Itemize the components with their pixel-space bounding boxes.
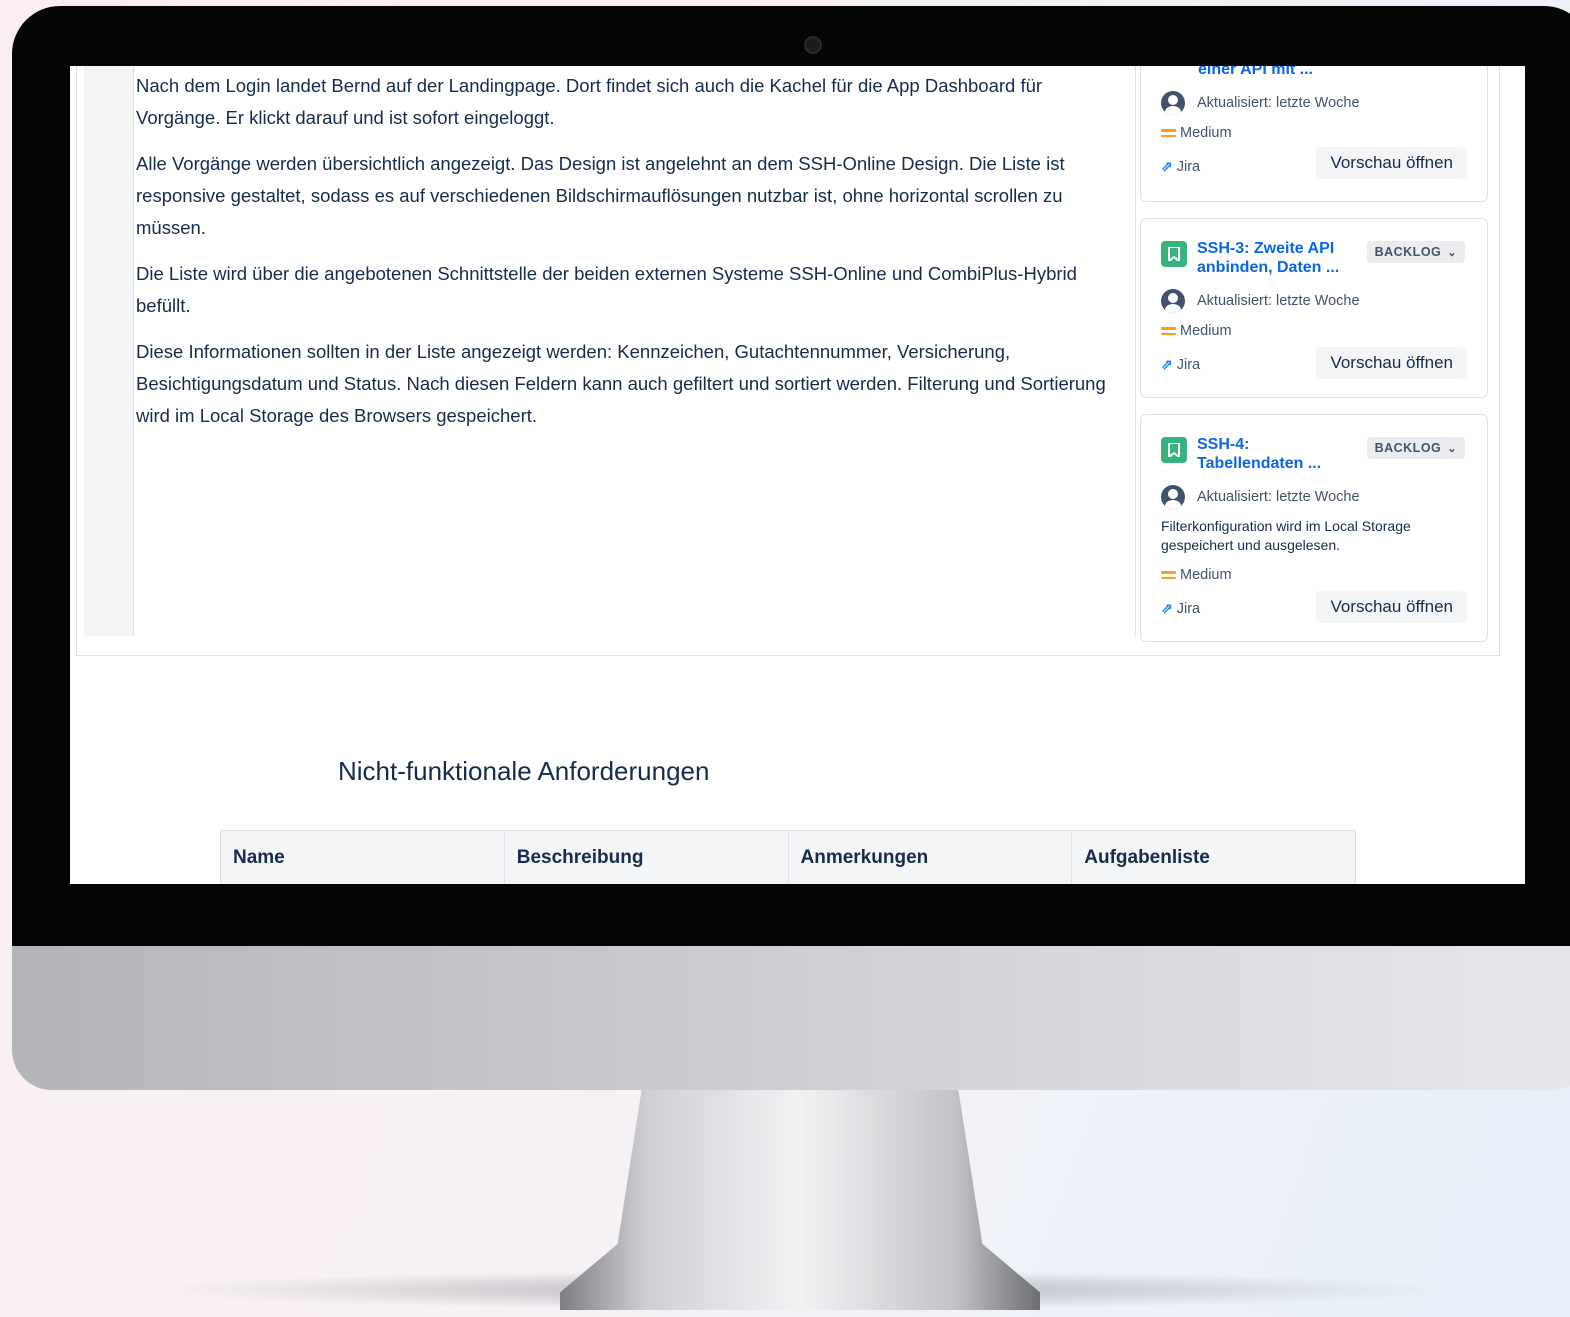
preview-button[interactable]: Vorschau öffnen xyxy=(1316,591,1467,623)
requirements-table-header: Name Beschreibung Anmerkungen Aufgabenli… xyxy=(220,830,1356,884)
table-header-cell: Name xyxy=(221,831,505,884)
jira-issue-card: SSH-4: Tabellendaten ... BACKLOG ⌄ Aktua… xyxy=(1140,414,1488,642)
status-dropdown[interactable]: BACKLOG ⌄ xyxy=(1366,241,1465,263)
paragraph: Die Liste wird über die angebotenen Schn… xyxy=(136,263,1077,316)
source-label: Jira xyxy=(1176,356,1201,373)
status-dropdown[interactable]: BACKLOG ⌄ xyxy=(1366,437,1465,459)
issue-title-link[interactable]: SSH-3: Zweite API anbinden, Daten ... xyxy=(1197,239,1357,277)
jira-icon: ⇗ xyxy=(1161,356,1173,372)
priority-label: Medium xyxy=(1180,125,1232,141)
paragraph: Diese Informationen sollten in der Liste… xyxy=(136,341,1106,426)
priority-label: Medium xyxy=(1180,323,1232,339)
description-text: Nach dem Login landet Bernd auf der Land… xyxy=(136,70,1121,446)
imac-stand xyxy=(560,1090,1040,1310)
paragraph: Nach dem Login landet Bernd auf der Land… xyxy=(136,75,1043,128)
status-label: BACKLOG xyxy=(1374,245,1442,259)
source-label: Jira xyxy=(1176,600,1201,617)
paragraph: Alle Vorgänge werden übersichtlich angez… xyxy=(136,153,1065,238)
avatar-icon xyxy=(1161,485,1185,509)
chevron-down-icon: ⌄ xyxy=(1447,246,1457,259)
section-heading: Nicht-funktionale Anforderungen xyxy=(338,756,710,786)
priority-label: Medium xyxy=(1180,567,1232,583)
column-divider xyxy=(1135,66,1136,636)
imac-chin xyxy=(12,944,1570,1090)
story-icon xyxy=(1161,437,1187,463)
avatar-icon xyxy=(1161,289,1185,313)
updated-text: Aktualisiert: letzte Woche xyxy=(1197,95,1360,111)
screen: Nach dem Login landet Bernd auf der Land… xyxy=(70,66,1525,884)
updated-text: Aktualisiert: letzte Woche xyxy=(1197,489,1360,505)
jira-icon: ⇗ xyxy=(1161,600,1173,616)
left-gutter xyxy=(84,66,134,636)
story-icon xyxy=(1161,241,1187,267)
preview-button[interactable]: Vorschau öffnen xyxy=(1316,147,1467,179)
issue-description: Filterkonfiguration wird im Local Storag… xyxy=(1161,518,1411,553)
source-label: Jira xyxy=(1176,158,1201,175)
issue-title-link[interactable]: einer API mit ... xyxy=(1198,66,1313,79)
chevron-down-icon: ⌄ xyxy=(1447,442,1457,455)
jira-issue-card: einer API mit ... Aktualisiert: letzte W… xyxy=(1140,66,1488,202)
camera-icon xyxy=(804,36,822,54)
table-header-cell: Anmerkungen xyxy=(789,831,1073,884)
priority-medium-icon xyxy=(1161,129,1176,137)
jira-issue-card: SSH-3: Zweite API anbinden, Daten ... BA… xyxy=(1140,218,1488,398)
updated-text: Aktualisiert: letzte Woche xyxy=(1197,293,1360,309)
priority-medium-icon xyxy=(1161,327,1176,335)
avatar-icon xyxy=(1161,91,1185,115)
issue-title-link[interactable]: SSH-4: Tabellendaten ... xyxy=(1197,435,1337,473)
priority-medium-icon xyxy=(1161,571,1176,579)
table-header-cell: Aufgabenliste xyxy=(1084,847,1210,868)
preview-button[interactable]: Vorschau öffnen xyxy=(1316,347,1467,379)
jira-icon: ⇗ xyxy=(1161,158,1173,174)
status-label: BACKLOG xyxy=(1374,441,1442,455)
table-header-cell: Beschreibung xyxy=(505,831,789,884)
